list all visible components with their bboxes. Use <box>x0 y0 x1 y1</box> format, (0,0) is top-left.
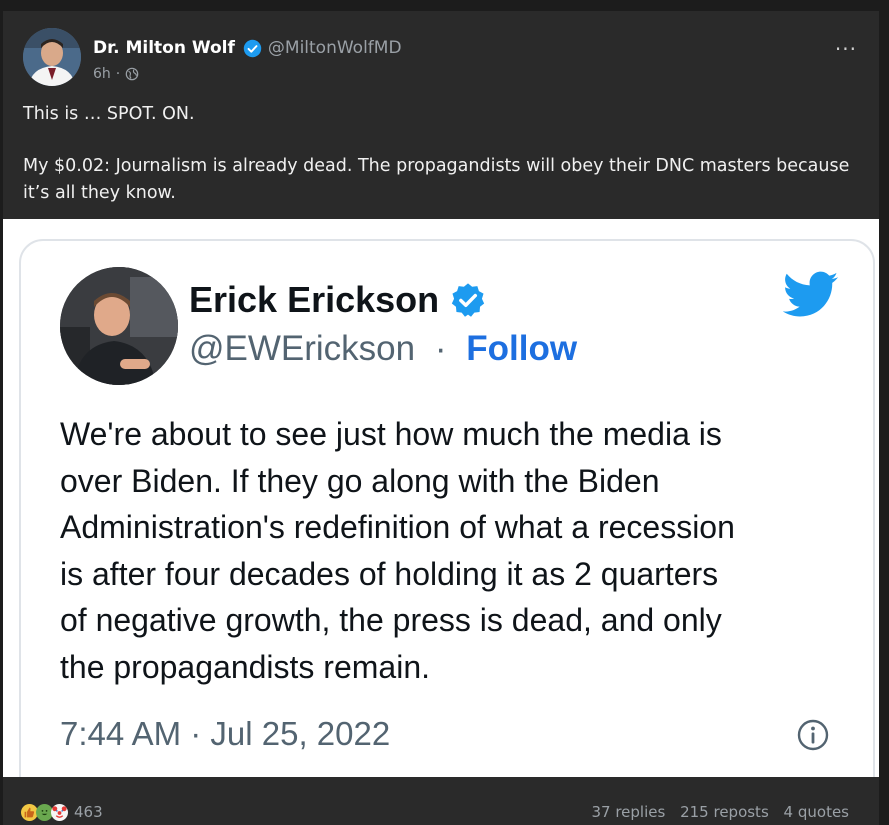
post-card: Dr. Milton Wolf @MiltonWolfMD 6h · ··· T… <box>3 11 879 825</box>
clown-face-icon <box>51 803 68 821</box>
tweet-text: We're about to see just how much the med… <box>60 416 735 685</box>
globe-icon <box>125 67 139 81</box>
more-options-button[interactable]: ··· <box>835 37 857 61</box>
engagement-stats: 37 replies 215 reposts 4 quotes <box>581 803 849 821</box>
verified-badge-icon <box>243 39 262 58</box>
author-handle[interactable]: @MiltonWolfMD <box>268 38 402 58</box>
post-footer: 463 37 replies 215 reposts 4 quotes <box>3 777 879 825</box>
info-icon <box>797 719 829 751</box>
reaction-count: 463 <box>74 803 103 821</box>
tweet-follow-link: Follow <box>466 329 578 368</box>
embedded-tweet-image[interactable]: Erick Erickson @EWErickson · Follow We'r… <box>3 219 879 777</box>
author-name[interactable]: Dr. Milton Wolf <box>93 38 235 58</box>
replies-link[interactable]: 37 replies <box>591 803 665 821</box>
tweet-author-avatar <box>60 267 178 385</box>
tweet-card: Erick Erickson @EWErickson · Follow We'r… <box>19 239 875 777</box>
twitter-bird-icon <box>782 271 839 319</box>
tweet-separator: · <box>434 329 447 368</box>
tweet-author-name: Erick Erickson <box>189 279 440 320</box>
post-time[interactable]: 6h <box>93 66 111 82</box>
reposts-link[interactable]: 215 reposts <box>680 803 769 821</box>
meta-separator: · <box>115 66 121 82</box>
tweet-timestamp: 7:44 AM · Jul 25, 2022 <box>60 715 391 752</box>
post-text-line1: This is … SPOT. ON. <box>23 104 195 124</box>
quotes-link[interactable]: 4 quotes <box>784 803 849 821</box>
post-text: This is … SPOT. ON. My $0.02: Journalism… <box>23 101 853 207</box>
tweet-verified-icon <box>449 281 487 319</box>
tweet-author-handle: @EWErickson <box>189 329 416 368</box>
tweet-handle-row: @EWErickson · Follow <box>189 329 577 369</box>
reactions-summary[interactable]: 463 <box>21 803 103 821</box>
post-text-line2: My $0.02: Journalism is already dead. Th… <box>23 156 850 203</box>
author-avatar[interactable] <box>23 28 81 86</box>
